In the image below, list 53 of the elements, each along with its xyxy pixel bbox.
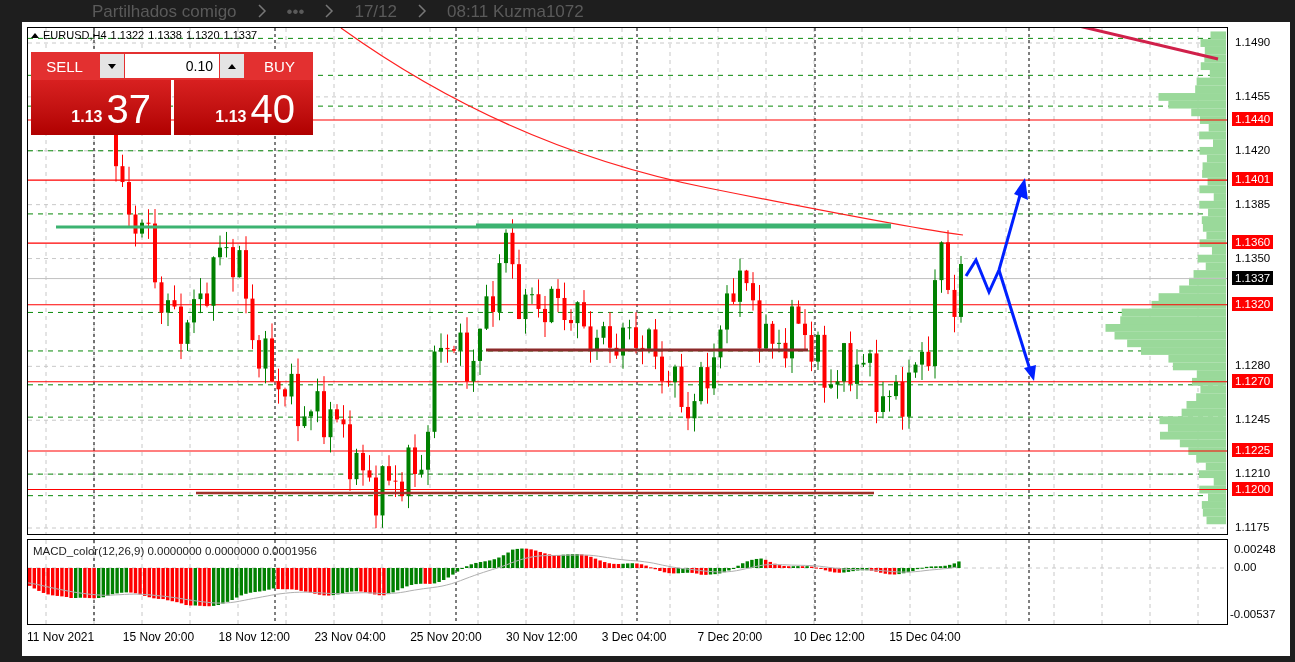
breadcrumb-item[interactable]: Partilhados comigo <box>92 2 237 20</box>
caret-down-icon <box>108 63 116 69</box>
time-label: 23 Nov 04:00 <box>314 629 387 646</box>
sell-price[interactable]: 1.13 37 <box>31 80 171 135</box>
buy-label[interactable]: BUY <box>246 52 313 80</box>
ohlc-value: 1.1322 <box>110 30 145 41</box>
price-label: 1.1175 <box>1234 520 1271 534</box>
price-label: 1.1350 <box>1234 250 1272 265</box>
increase-volume-button[interactable] <box>220 54 244 78</box>
time-label: 11 Nov 2021 <box>27 629 96 646</box>
volume-field[interactable]: 0.10 <box>125 54 219 78</box>
price-label: 1.1210 <box>1234 466 1272 481</box>
ohlc-value: 1.1320 <box>185 30 220 41</box>
symbol-label: EURUSD,H4 <box>43 30 107 41</box>
price-label: 1.1401 <box>1232 172 1274 187</box>
time-label: 10 Dec 12:00 <box>793 629 866 646</box>
macd-label: MACD_color(12,26,9) 0.0000000 0.0000000 0.0001956 <box>33 544 317 559</box>
decrease-volume-button[interactable] <box>100 54 124 78</box>
time-label: 30 Nov 12:00 <box>506 629 579 646</box>
price-label: 1.1420 <box>1234 142 1272 157</box>
chevron-right-icon <box>256 3 267 19</box>
price-label: 1.1225 <box>1232 443 1274 457</box>
price-label: 1.1200 <box>1232 481 1274 496</box>
time-label: 7 Dec 20:00 <box>697 629 764 646</box>
price-label: 1.1337 <box>1232 270 1274 285</box>
ohlc-value: 1.1337 <box>223 30 258 41</box>
chevron-right-icon <box>324 3 335 19</box>
file-title: 08:11 Kuzma1072 <box>447 2 584 20</box>
price-label: 1.1360 <box>1232 235 1274 250</box>
ohlc-value: 1.1338 <box>148 30 182 41</box>
price-label: 1.1385 <box>1234 196 1272 211</box>
breadcrumb-item[interactable]: ••• <box>286 2 305 20</box>
price-label: 1.1490 <box>1234 35 1272 49</box>
time-label: 25 Nov 20:00 <box>410 629 483 646</box>
breadcrumb-item[interactable]: 17/12 <box>354 2 397 20</box>
price-label: 1.1440 <box>1232 112 1274 126</box>
price-label: 1.1455 <box>1234 88 1272 103</box>
time-label: 3 Dec 04:00 <box>601 629 668 646</box>
price-label: 1.1280 <box>1234 358 1272 373</box>
chevron-right-icon <box>417 3 427 19</box>
price-label: 1.1270 <box>1232 373 1274 388</box>
time-label: 15 Nov 20:00 <box>122 629 196 646</box>
buy-price[interactable]: 1.13 40 <box>174 80 313 135</box>
price-label: 1.1320 <box>1232 296 1274 311</box>
caret-up-icon <box>228 63 236 69</box>
sell-label[interactable]: SELL <box>31 52 98 80</box>
price-label: 1.1245 <box>1234 412 1272 427</box>
macd-scale-label: -0.00537 <box>1230 607 1276 621</box>
macd-scale-label: 0.00 <box>1234 560 1257 574</box>
time-label: 15 Dec 04:00 <box>889 629 962 646</box>
time-label: 18 Nov 12:00 <box>218 629 291 646</box>
collapse-triangle-icon[interactable] <box>31 33 39 38</box>
macd-scale-label: 0.00248 <box>1234 542 1276 556</box>
